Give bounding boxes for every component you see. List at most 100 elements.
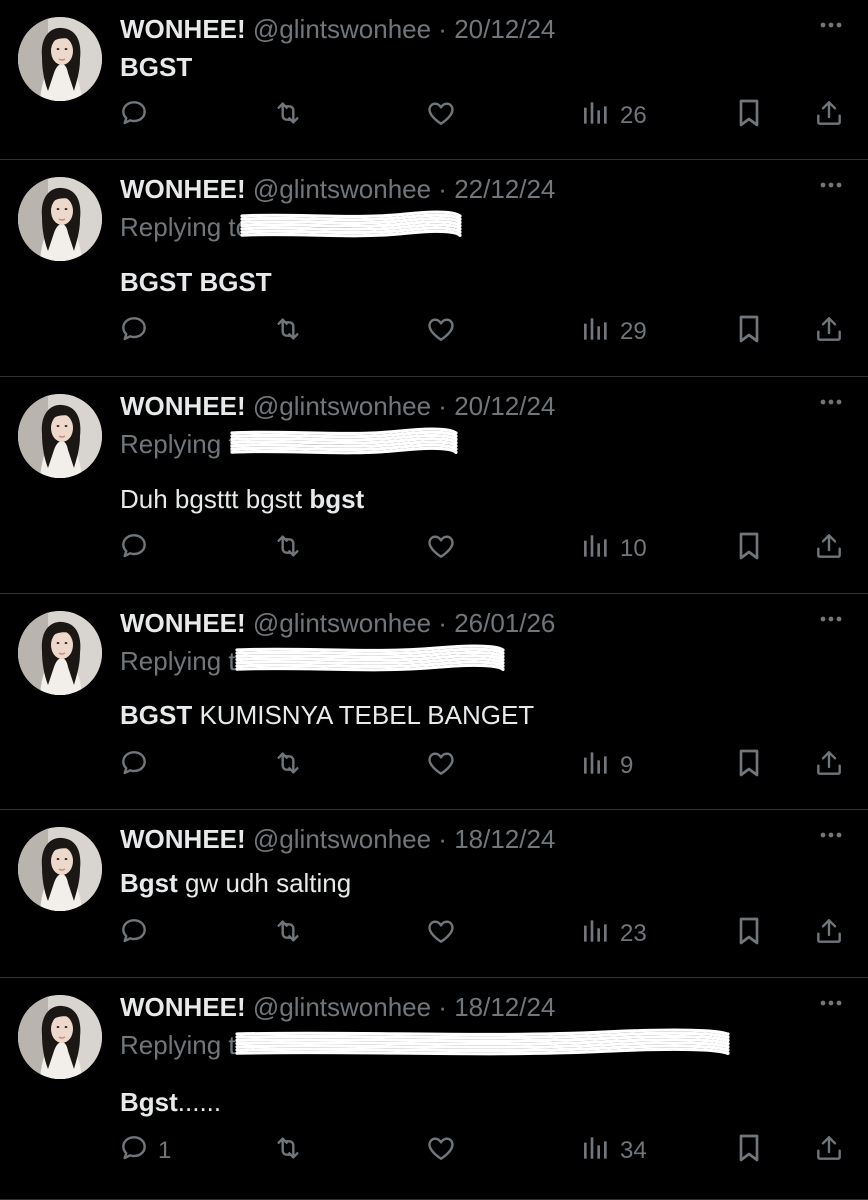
retweet-button[interactable] [272, 312, 304, 352]
bookmark-button[interactable] [733, 746, 765, 786]
tweet[interactable]: WONHEE! @glintswonhee · 22/12/24 Replying… [0, 160, 868, 377]
bookmark-button[interactable] [733, 914, 765, 954]
display-name[interactable]: WONHEE! [120, 992, 246, 1022]
tweet[interactable]: WONHEE! @glintswonhee · 18/12/24 Bgst gw … [0, 810, 868, 978]
like-button[interactable] [425, 312, 457, 352]
avatar[interactable] [18, 17, 102, 101]
display-name[interactable]: WONHEE! [120, 174, 246, 204]
tweet-date[interactable]: 26/01/26 [454, 608, 555, 638]
replying-to: Replying to [120, 644, 505, 678]
bookmark-icon [733, 313, 765, 352]
tweet-text: Bgst gw udh salting [120, 866, 351, 900]
display-name[interactable]: WONHEE! [120, 824, 246, 854]
retweet-button[interactable] [272, 96, 304, 136]
share-button[interactable] [813, 529, 845, 569]
share-button[interactable] [813, 96, 845, 136]
retweet-button[interactable] [272, 529, 304, 569]
views-button[interactable]: 34 [580, 1131, 647, 1171]
redaction-scribble [240, 208, 462, 244]
avatar[interactable] [18, 177, 102, 261]
like-button[interactable] [425, 1131, 457, 1171]
share-button[interactable] [813, 1131, 845, 1171]
replying-to-label: Replying to [120, 646, 251, 676]
tweet-date[interactable]: 20/12/24 [454, 14, 555, 44]
share-button[interactable] [813, 312, 845, 352]
views-button[interactable]: 29 [580, 312, 647, 352]
reply-icon [118, 747, 150, 786]
like-button[interactable] [425, 529, 457, 569]
reply-button[interactable] [118, 312, 158, 352]
tweet[interactable]: WONHEE! @glintswonhee · 18/12/24 Replying… [0, 978, 868, 1200]
retweet-button[interactable] [272, 746, 304, 786]
views-button[interactable]: 23 [580, 914, 647, 954]
more-icon[interactable] [816, 820, 846, 850]
reply-button[interactable] [118, 746, 158, 786]
replying-to-label: Replying to [120, 1030, 251, 1060]
tweet-date[interactable]: 22/12/24 [454, 174, 555, 204]
reply-button[interactable] [118, 529, 158, 569]
separator-dot: · [431, 391, 455, 421]
tweet-text: BGST BGST [120, 265, 272, 299]
separator-dot: · [431, 824, 455, 854]
display-name[interactable]: WONHEE! [120, 391, 246, 421]
share-button[interactable] [813, 746, 845, 786]
reply-button[interactable] [118, 96, 158, 136]
user-handle[interactable]: @glintswonhee [253, 391, 431, 421]
more-icon[interactable] [816, 170, 846, 200]
more-icon[interactable] [816, 604, 846, 634]
tweet[interactable]: WONHEE! @glintswonhee · 26/01/26 Replying… [0, 594, 868, 810]
avatar[interactable] [18, 995, 102, 1079]
like-button[interactable] [425, 914, 457, 954]
user-handle[interactable]: @glintswonhee [253, 608, 431, 638]
views-button[interactable]: 9 [580, 746, 633, 786]
view-count: 26 [620, 102, 647, 129]
like-button[interactable] [425, 746, 457, 786]
views-button[interactable]: 10 [580, 529, 647, 569]
more-icon[interactable] [816, 10, 846, 40]
heart-icon [425, 313, 457, 352]
tweet[interactable]: WONHEE! @glintswonhee · 20/12/24 Replying… [0, 377, 868, 594]
bookmark-button[interactable] [733, 1131, 765, 1171]
views-button[interactable]: 26 [580, 96, 647, 136]
user-handle[interactable]: @glintswonhee [253, 992, 431, 1022]
bookmark-button[interactable] [733, 312, 765, 352]
share-icon [813, 97, 845, 136]
heart-icon [425, 747, 457, 786]
tweet-date[interactable]: 20/12/24 [454, 391, 555, 421]
tweet-actions: 10 [0, 529, 868, 569]
tweet-actions: 29 [0, 312, 868, 352]
bookmark-icon [733, 97, 765, 136]
bookmark-button[interactable] [733, 96, 765, 136]
bookmark-button[interactable] [733, 529, 765, 569]
user-handle[interactable]: @glintswonhee [253, 14, 431, 44]
tweet-header: WONHEE! @glintswonhee · 26/01/26 [120, 606, 555, 640]
avatar[interactable] [18, 394, 102, 478]
display-name[interactable]: WONHEE! [120, 608, 246, 638]
tweet-date[interactable]: 18/12/24 [454, 824, 555, 854]
view-count: 10 [620, 535, 647, 562]
view-count: 9 [620, 752, 634, 779]
more-icon[interactable] [816, 988, 846, 1018]
like-button[interactable] [425, 96, 457, 136]
share-icon [813, 313, 845, 352]
reply-button[interactable] [118, 914, 158, 954]
retweet-button[interactable] [272, 914, 304, 954]
tweet-text-segment: Bgst [120, 1087, 178, 1117]
share-icon [813, 530, 845, 569]
tweet-text: Bgst...... [120, 1085, 221, 1119]
tweet-text-segment: BGST [120, 700, 193, 730]
tweet[interactable]: WONHEE! @glintswonhee · 20/12/24 BGST 26 [0, 0, 868, 160]
replying-to: Replying to [120, 1028, 730, 1062]
tweet-date[interactable]: 18/12/24 [454, 992, 555, 1022]
reply-button[interactable]: 1 [118, 1131, 171, 1171]
bookmark-icon [733, 747, 765, 786]
tweet-header: WONHEE! @glintswonhee · 20/12/24 [120, 389, 555, 423]
user-handle[interactable]: @glintswonhee [253, 824, 431, 854]
share-button[interactable] [813, 914, 845, 954]
user-handle[interactable]: @glintswonhee [253, 174, 431, 204]
avatar[interactable] [18, 611, 102, 695]
retweet-button[interactable] [272, 1131, 304, 1171]
avatar[interactable] [18, 827, 102, 911]
display-name[interactable]: WONHEE! [120, 14, 246, 44]
more-icon[interactable] [816, 387, 846, 417]
